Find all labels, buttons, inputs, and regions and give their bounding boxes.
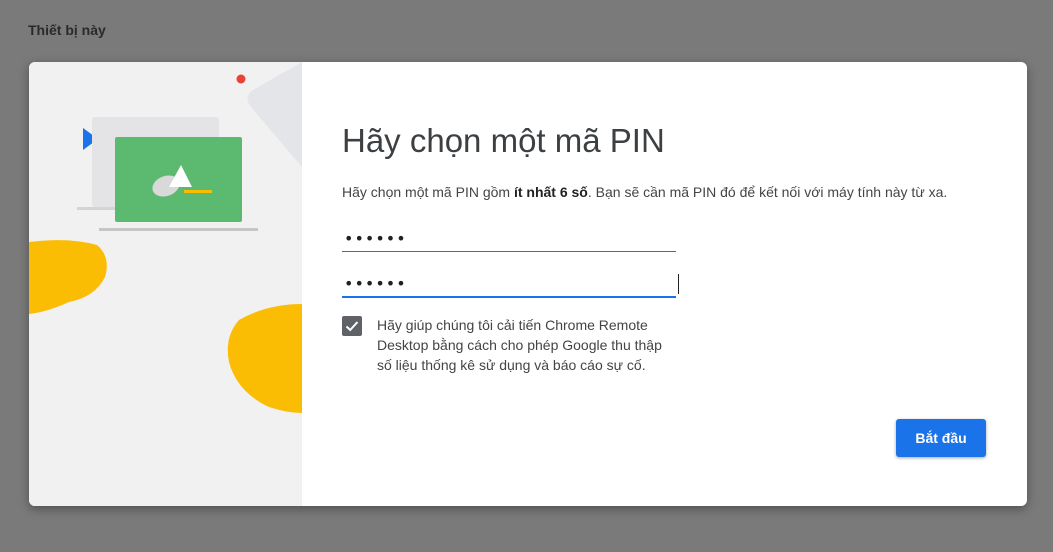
- improve-checkbox[interactable]: [342, 316, 362, 336]
- improve-checkbox-label: Hãy giúp chúng tôi cải tiến Chrome Remot…: [377, 317, 662, 373]
- check-icon: [345, 321, 359, 332]
- laptop-base: [99, 228, 258, 231]
- dialog-content: Hãy chọn một mã PIN Hãy chọn một mã PIN …: [302, 62, 1027, 506]
- pin-dialog: Hãy chọn một mã PIN Hãy chọn một mã PIN …: [29, 62, 1027, 506]
- illustration-panel: [29, 62, 302, 506]
- pin-input[interactable]: [342, 225, 676, 252]
- section-title: Thiết bị này: [28, 22, 106, 38]
- decor-triangle: [247, 62, 302, 167]
- pin-confirm-input[interactable]: [342, 270, 676, 298]
- decor-dot: [236, 74, 246, 84]
- decor-blob-right: [227, 304, 302, 413]
- dialog-description: Hãy chọn một mã PIN gồm ít nhất 6 số. Bạ…: [342, 184, 947, 200]
- laptop-illustration: [29, 62, 302, 413]
- decor-blob-left: [29, 240, 107, 314]
- description-emphasis: ít nhất 6 số: [513, 184, 588, 200]
- page: Thiết bị này Hãy chọn một mã PIN Hãy chọ…: [0, 0, 1053, 552]
- start-button[interactable]: Bắt đầu: [896, 419, 986, 457]
- text-caret: [678, 274, 679, 294]
- description-text-end: . Bạn sẽ cần mã PIN đó để kết nối với má…: [587, 184, 948, 200]
- description-text: Hãy chọn một mã PIN gồm: [342, 184, 514, 200]
- dialog-heading: Hãy chọn một mã PIN: [342, 122, 665, 159]
